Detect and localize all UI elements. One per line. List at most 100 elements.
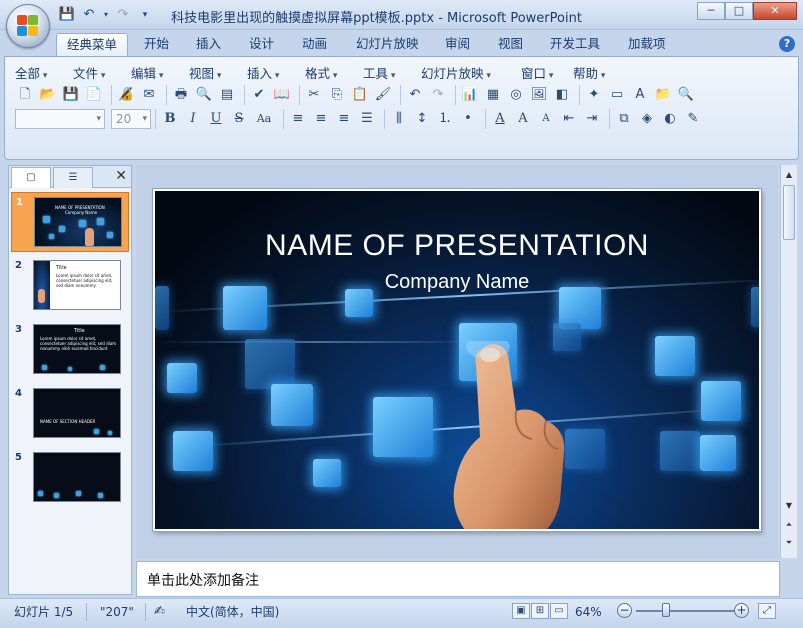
zoom-slider-thumb[interactable] <box>662 603 670 617</box>
tab-design[interactable]: 设计 <box>241 33 282 56</box>
permission-icon[interactable]: 🔏 <box>116 85 136 105</box>
align-center-icon[interactable]: ≡ <box>311 109 331 129</box>
decrease-indent-icon[interactable]: ⇤ <box>559 109 579 129</box>
slide-title[interactable]: NAME OF PRESENTATION <box>155 229 759 263</box>
numbering-icon[interactable]: ⒈ <box>435 109 455 129</box>
undo-icon[interactable]: ↶ <box>405 85 425 105</box>
menu-slideshow[interactable]: 幻灯片放映 <box>421 63 521 81</box>
tab-review[interactable]: 审阅 <box>437 33 478 56</box>
zoom-in-button[interactable]: + <box>734 603 749 618</box>
slide-thumbnail-2[interactable]: 2 Title Lorem ipsum dolor sit amet, cons… <box>11 256 129 316</box>
grow-font-icon[interactable]: A <box>513 109 533 129</box>
tab-view[interactable]: 视图 <box>490 33 531 56</box>
font-name-combo[interactable] <box>15 109 105 129</box>
theme-name[interactable]: "207" <box>100 602 134 622</box>
save-pdf-icon[interactable]: 📄 <box>84 85 104 105</box>
new-document-icon[interactable]: 🗋 <box>15 85 35 105</box>
next-slide-icon[interactable]: ⏷ <box>782 535 796 551</box>
slide-thumbnail-1[interactable]: 1 NAME OF PRESENTATION Company Name <box>11 192 129 252</box>
color-grayscale-icon[interactable]: ◧ <box>552 85 572 105</box>
spelling-icon[interactable]: ✔ <box>249 85 269 105</box>
zoom-level[interactable]: 64% <box>575 602 602 622</box>
columns-icon[interactable]: ⫼ <box>389 109 409 129</box>
tab-insert[interactable]: 插入 <box>188 33 229 56</box>
tab-home[interactable]: 开始 <box>136 33 177 56</box>
current-slide[interactable]: NAME OF PRESENTATION Company Name <box>153 189 761 531</box>
save-icon[interactable]: 💾 <box>58 6 76 24</box>
cut-icon[interactable]: ✂ <box>304 85 324 105</box>
close-button[interactable]: ✕ <box>753 2 797 20</box>
copy-icon[interactable]: ⎘ <box>327 85 347 105</box>
print-preview-icon[interactable]: 🔍 <box>194 85 214 105</box>
redo-icon[interactable]: ↷ <box>428 85 448 105</box>
tab-addins[interactable]: 加载项 <box>620 33 674 56</box>
paste-icon[interactable]: 📋 <box>350 85 370 105</box>
zoom-out-button[interactable]: − <box>617 603 632 618</box>
scrollbar-thumb[interactable] <box>783 185 795 240</box>
minimize-button[interactable]: ─ <box>697 2 725 20</box>
zoom-search-icon[interactable]: 🔍 <box>676 85 696 105</box>
menu-file[interactable]: 文件 <box>73 63 131 81</box>
email-icon[interactable]: ✉ <box>139 85 159 105</box>
slide-thumbnail-3[interactable]: 3 Title Lorem ipsum dolor sit amet, cons… <box>11 320 129 380</box>
strikethrough-icon[interactable]: S <box>229 109 249 129</box>
tab-classic-menu[interactable]: 经典菜单 <box>56 33 128 56</box>
spelling-check-icon[interactable]: ✍ <box>154 602 165 622</box>
redo-icon[interactable]: ↷ <box>114 6 132 24</box>
scroll-up-icon[interactable]: ▲ <box>782 167 796 183</box>
insert-table-icon[interactable]: ▦ <box>483 85 503 105</box>
align-right-icon[interactable]: ≡ <box>334 109 354 129</box>
text-box-icon[interactable]: A <box>630 85 650 105</box>
shrink-font-icon[interactable]: A <box>536 109 556 129</box>
tab-outline[interactable]: ☰ <box>53 167 93 188</box>
menu-edit[interactable]: 编辑 <box>131 63 189 81</box>
tab-animation[interactable]: 动画 <box>294 33 335 56</box>
folder-icon[interactable]: 📁 <box>653 85 673 105</box>
bullets-icon[interactable]: • <box>458 109 478 129</box>
change-case-icon[interactable]: Aa <box>252 109 276 129</box>
language[interactable]: 中文(简体，中国) <box>186 602 279 622</box>
italic-icon[interactable]: I <box>183 109 203 129</box>
notes-pane[interactable]: 单击此处添加备注 <box>136 561 780 597</box>
shape-outline-icon[interactable]: ✎ <box>683 109 703 129</box>
open-folder-icon[interactable]: 📂 <box>38 85 58 105</box>
align-left-icon[interactable]: ≡ <box>288 109 308 129</box>
menu-insert[interactable]: 插入 <box>247 63 305 81</box>
office-button[interactable] <box>6 4 50 48</box>
clip-art-icon[interactable]: ◎ <box>506 85 526 105</box>
tab-slides[interactable]: ▢ <box>11 167 51 188</box>
menu-format[interactable]: 格式 <box>305 63 363 81</box>
line-spacing-icon[interactable]: ↕ <box>412 109 432 129</box>
format-painter-icon[interactable]: 🖌 <box>373 85 393 105</box>
undo-icon[interactable]: ↶ <box>80 6 98 24</box>
justify-icon[interactable]: ☰ <box>357 109 377 129</box>
menu-all[interactable]: 全部 <box>15 63 73 81</box>
insert-chart-icon[interactable]: 📊 <box>460 85 480 105</box>
undo-dropdown-icon[interactable]: ▾ <box>102 6 110 24</box>
slide-sorter-view-button[interactable]: ⊞ <box>531 603 549 619</box>
menu-help[interactable]: 帮助 <box>573 63 625 81</box>
slide-subtitle[interactable]: Company Name <box>155 271 759 294</box>
close-pane-icon[interactable]: ✕ <box>115 168 127 184</box>
normal-view-button[interactable]: ▣ <box>512 603 530 619</box>
increase-indent-icon[interactable]: ⇥ <box>582 109 602 129</box>
menu-tools[interactable]: 工具 <box>363 63 421 81</box>
slideshow-view-button[interactable]: ▭ <box>550 603 568 619</box>
previous-slide-icon[interactable]: ⏶ <box>782 517 796 533</box>
picture-icon[interactable]: 🖼 <box>529 85 549 105</box>
maximize-button[interactable]: □ <box>725 2 753 20</box>
vertical-scrollbar[interactable]: ▲ ▼ ⏶ ⏷ <box>780 165 797 558</box>
scroll-down-icon[interactable]: ▼ <box>782 498 796 514</box>
font-size-combo[interactable]: 20 <box>111 109 151 129</box>
quick-print-icon[interactable]: ▤ <box>217 85 237 105</box>
bold-icon[interactable]: B <box>160 109 180 129</box>
slide-thumbnail-4[interactable]: 4 NAME OF SECTION HEADER <box>11 384 129 444</box>
research-icon[interactable]: 📖 <box>272 85 292 105</box>
menu-window[interactable]: 窗口 <box>521 63 573 81</box>
quick-styles-icon[interactable]: ◈ <box>637 109 657 129</box>
font-color-icon[interactable]: A <box>490 109 510 129</box>
underline-icon[interactable]: U <box>206 109 226 129</box>
slide-layout-icon[interactable]: ▭ <box>607 85 627 105</box>
zoom-slider-track[interactable] <box>636 610 736 612</box>
tab-developer[interactable]: 开发工具 <box>542 33 608 56</box>
